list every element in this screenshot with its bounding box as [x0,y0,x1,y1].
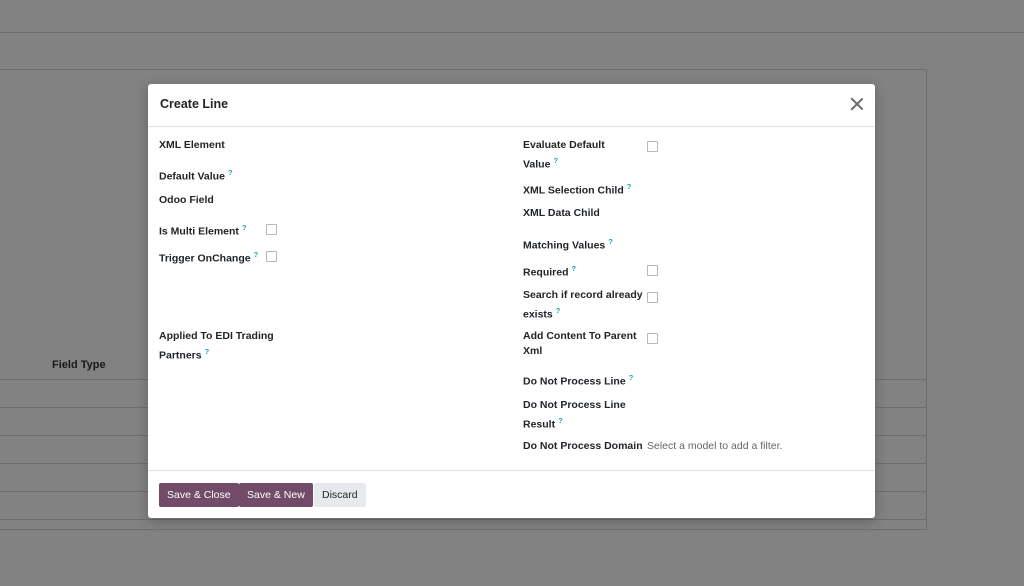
search-if-record-exists-checkbox[interactable] [647,292,658,303]
field-label-trigger-onchange: Trigger OnChange? [159,250,259,265]
trigger-onchange-checkbox[interactable] [266,251,277,262]
discard-button[interactable]: Discard [314,483,366,507]
field-label-matching-values: Matching Values? [523,237,613,252]
field-label-is-multi-element: Is Multi Element? [159,223,247,238]
help-icon[interactable]: ? [608,237,613,246]
field-label-applied-to-edi-trading-partners: Applied To EDI Trading Partners? [159,330,274,362]
close-icon[interactable] [849,96,865,112]
help-icon[interactable]: ? [205,347,210,356]
dialog-header: Create Line [148,84,875,127]
save-close-button[interactable]: Save & Close [159,483,239,507]
dialog-footer: Save & Close Save & New Discard [148,470,875,519]
add-content-to-parent-xml-checkbox[interactable] [647,333,658,344]
field-label-xml-element: XML Element [159,139,225,151]
required-checkbox[interactable] [647,265,658,276]
save-new-button[interactable]: Save & New [239,483,313,507]
domain-filter-placeholder[interactable]: Select a model to add a filter. [647,439,782,454]
field-label-do-not-process-line-result: Do Not Process Line Result? [523,399,626,431]
create-line-dialog: Create Line XML Element Default Value? O… [148,84,875,518]
evaluate-default-value-checkbox[interactable] [647,141,658,152]
is-multi-element-checkbox[interactable] [266,224,277,235]
field-label-odoo-field: Odoo Field [159,194,214,206]
field-label-search-if-record-exists: Search if record already exists? [523,289,643,321]
field-label-xml-selection-child: XML Selection Child? [523,182,632,197]
dialog-title: Create Line [160,97,229,111]
help-icon[interactable]: ? [242,223,247,232]
field-label-do-not-process-line: Do Not Process Line? [523,373,634,388]
help-icon[interactable]: ? [254,250,259,259]
field-label-required: Required? [523,264,577,279]
field-label-evaluate-default-value: Evaluate Default Value? [523,139,605,171]
help-icon[interactable]: ? [558,416,563,425]
field-label-default-value: Default Value? [159,168,233,183]
help-icon[interactable]: ? [629,373,634,382]
field-label-xml-data-child: XML Data Child [523,207,600,219]
field-label-do-not-process-domain: Do Not Process Domain [523,440,643,452]
help-icon[interactable]: ? [556,306,561,315]
help-icon[interactable]: ? [627,182,632,191]
help-icon[interactable]: ? [228,168,233,177]
help-icon[interactable]: ? [553,156,558,165]
field-label-add-content-to-parent-xml: Add Content To Parent Xml [523,330,637,357]
help-icon[interactable]: ? [572,264,577,273]
